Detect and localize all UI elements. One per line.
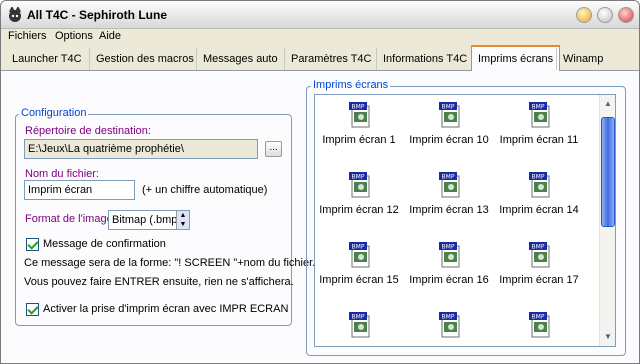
title-bar[interactable]: All T4C - Sephiroth Lune bbox=[1, 1, 639, 29]
svg-text:BMP: BMP bbox=[352, 314, 365, 321]
bmp-file-icon: BMP bbox=[529, 312, 550, 338]
svg-text:BMP: BMP bbox=[442, 314, 455, 321]
bmp-file-icon: BMP bbox=[529, 242, 550, 268]
close-button[interactable] bbox=[618, 7, 634, 23]
tab-informations[interactable]: Informations T4C bbox=[376, 48, 473, 70]
bmp-file-icon: BMP bbox=[349, 312, 370, 338]
destination-field[interactable]: E:\Jeux\La quatrième prophétie\ bbox=[24, 139, 258, 159]
maximize-button[interactable] bbox=[597, 7, 613, 23]
scroll-thumb[interactable] bbox=[601, 117, 615, 227]
format-label: Format de l'image: bbox=[25, 213, 116, 225]
svg-text:BMP: BMP bbox=[532, 104, 545, 111]
minimize-button[interactable] bbox=[576, 7, 592, 23]
menu-bar: Fichiers Options Aide bbox=[1, 29, 639, 44]
app-icon bbox=[9, 7, 21, 22]
list-item-caption: Imprim écran 14 bbox=[499, 204, 579, 216]
list-item-caption: Imprim écran 10 bbox=[409, 134, 489, 146]
bmp-file-icon: BMP bbox=[439, 172, 460, 198]
svg-text:BMP: BMP bbox=[352, 174, 365, 181]
screens-group-label: Imprims écrans bbox=[311, 79, 391, 91]
svg-text:BMP: BMP bbox=[352, 104, 365, 111]
bmp-file-icon: BMP bbox=[529, 172, 550, 198]
window-title: All T4C - Sephiroth Lune bbox=[27, 8, 167, 22]
bmp-file-icon: BMP bbox=[439, 312, 460, 338]
svg-text:BMP: BMP bbox=[532, 244, 545, 251]
format-select[interactable]: Bitmap (.bmp) ▲ ▼ bbox=[108, 210, 190, 230]
tab-imprims-ecrans[interactable]: Imprims écrans bbox=[471, 45, 561, 71]
menu-aide[interactable]: Aide bbox=[99, 30, 121, 42]
screens-listview[interactable]: BMP Imprim écran 1 BMP Imprim écran 10 BMP Im… bbox=[314, 94, 616, 347]
confirm-checkbox[interactable] bbox=[26, 238, 39, 251]
tab-macros[interactable]: Gestion des macros bbox=[89, 48, 200, 70]
tab-strip: Launcher T4C Gestion des macros Messages… bbox=[1, 45, 639, 71]
list-item[interactable]: BMP Imprim écran 1 bbox=[315, 102, 403, 162]
menu-fichiers[interactable]: Fichiers bbox=[8, 30, 47, 42]
list-item[interactable]: BMP Imprim écran 10 bbox=[405, 102, 493, 162]
svg-text:BMP: BMP bbox=[442, 174, 455, 181]
svg-text:BMP: BMP bbox=[352, 244, 365, 251]
list-item[interactable]: BMP Imprim écran 15 bbox=[315, 242, 403, 302]
list-item[interactable]: BMP Imprim écran 13 bbox=[405, 172, 493, 232]
configuration-group-label: Configuration bbox=[19, 107, 89, 119]
tab-launcher[interactable]: Launcher T4C bbox=[6, 48, 88, 70]
list-item[interactable]: BMP Imprim écran 14 bbox=[495, 172, 583, 232]
svg-text:BMP: BMP bbox=[442, 104, 455, 111]
list-item-caption: Imprim écran 15 bbox=[319, 274, 399, 286]
info-line-1: Ce message sera de la forme: "! SCREEN "… bbox=[24, 257, 316, 269]
hotkey-label[interactable]: Activer la prise d'imprim écran avec IMP… bbox=[43, 303, 288, 315]
vertical-scrollbar[interactable]: ▲ ▼ bbox=[599, 95, 615, 346]
tab-parametres[interactable]: Paramètres T4C bbox=[284, 48, 378, 70]
list-item[interactable]: BMP Imprim écran 12 bbox=[315, 172, 403, 232]
tab-messages[interactable]: Messages auto bbox=[196, 48, 284, 70]
confirm-label[interactable]: Message de confirmation bbox=[43, 238, 166, 250]
chevron-updown-icon[interactable]: ▲ ▼ bbox=[176, 211, 189, 229]
bmp-file-icon: BMP bbox=[349, 172, 370, 198]
bmp-file-icon: BMP bbox=[349, 102, 370, 128]
bmp-file-icon: BMP bbox=[439, 102, 460, 128]
list-item[interactable]: BMP bbox=[405, 312, 493, 346]
app-window: All T4C - Sephiroth Lune Fichiers Option… bbox=[0, 0, 640, 364]
list-item-caption: Imprim écran 1 bbox=[322, 134, 396, 146]
bmp-file-icon: BMP bbox=[439, 242, 460, 268]
list-item[interactable]: BMP Imprim écran 17 bbox=[495, 242, 583, 302]
list-item-caption: Imprim écran 12 bbox=[319, 204, 399, 216]
list-item[interactable]: BMP bbox=[315, 312, 403, 346]
list-item[interactable]: BMP Imprim écran 16 bbox=[405, 242, 493, 302]
list-item-caption: Imprim écran 11 bbox=[499, 134, 579, 146]
menu-options[interactable]: Options bbox=[55, 30, 93, 42]
bmp-file-icon: BMP bbox=[529, 102, 550, 128]
list-item[interactable]: BMP Imprim écran 11 bbox=[495, 102, 583, 162]
tab-winamp[interactable]: Winamp bbox=[556, 48, 609, 70]
list-item[interactable]: BMP bbox=[495, 312, 583, 346]
filename-hint: (+ un chiffre automatique) bbox=[142, 184, 268, 196]
destination-label: Répertoire de destination: bbox=[25, 125, 151, 137]
filename-input[interactable]: Imprim écran bbox=[24, 180, 135, 200]
svg-text:BMP: BMP bbox=[532, 314, 545, 321]
format-select-value: Bitmap (.bmp) bbox=[112, 214, 182, 226]
browse-button[interactable]: ... bbox=[265, 141, 282, 157]
bmp-file-icon: BMP bbox=[349, 242, 370, 268]
svg-text:BMP: BMP bbox=[442, 244, 455, 251]
scroll-up-icon[interactable]: ▲ bbox=[601, 97, 615, 111]
list-item-caption: Imprim écran 17 bbox=[499, 274, 579, 286]
info-line-2: Vous pouvez faire ENTRER ensuite, rien n… bbox=[24, 276, 294, 288]
svg-text:BMP: BMP bbox=[532, 174, 545, 181]
scroll-down-icon[interactable]: ▼ bbox=[601, 330, 615, 344]
filename-label: Nom du fichier: bbox=[25, 168, 99, 180]
list-item-caption: Imprim écran 13 bbox=[409, 204, 489, 216]
list-item-caption: Imprim écran 16 bbox=[409, 274, 489, 286]
hotkey-checkbox[interactable] bbox=[26, 303, 39, 316]
